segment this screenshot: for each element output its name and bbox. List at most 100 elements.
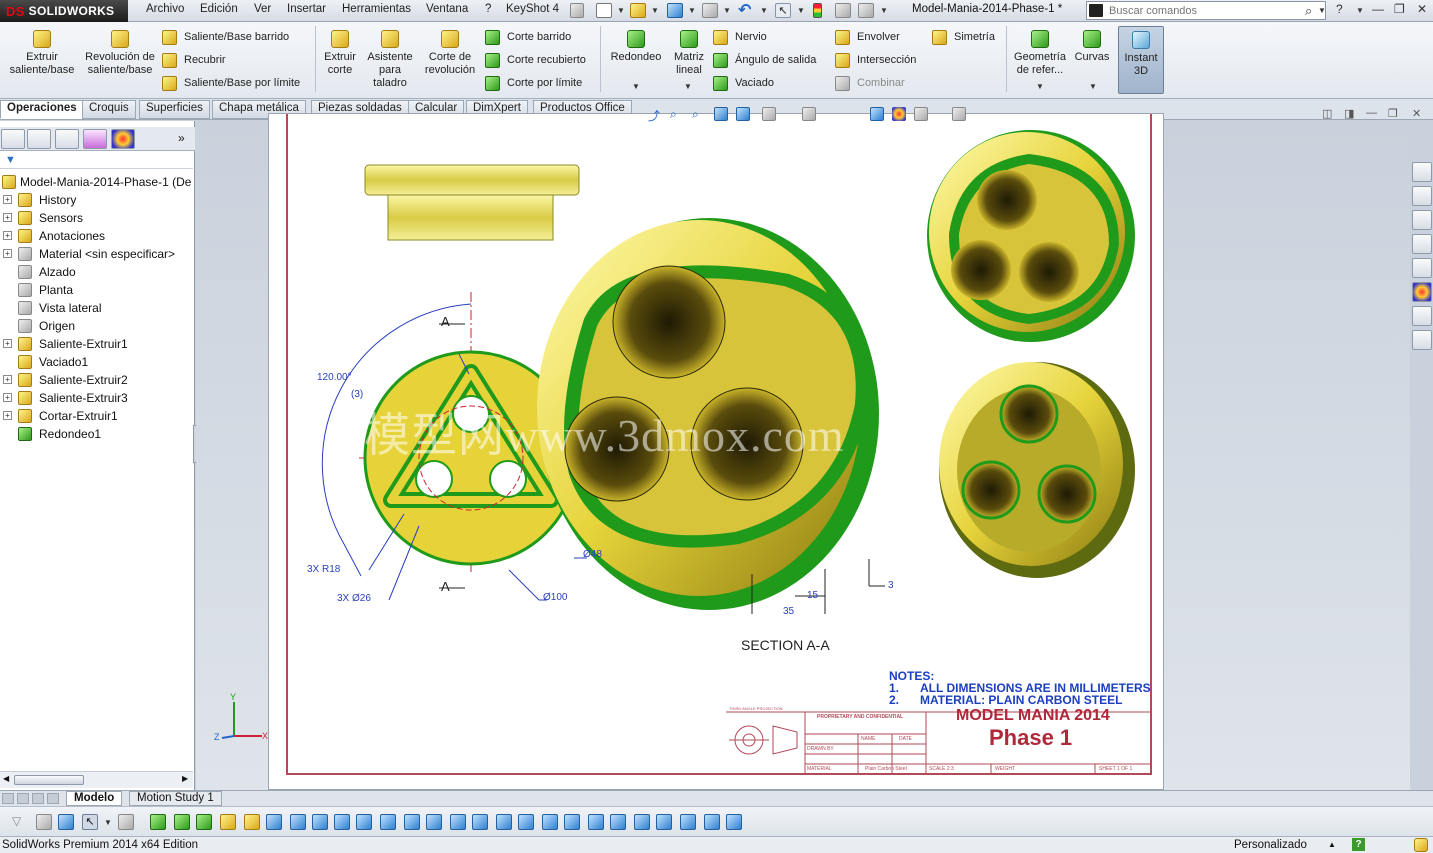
tree-item[interactable]: Origen — [0, 317, 195, 335]
hud-scene-icon[interactable] — [892, 107, 906, 121]
wrap-button[interactable]: Envolver — [835, 28, 900, 46]
filter-gtol-icon[interactable] — [404, 814, 420, 830]
tree-item[interactable]: + Saliente-Extruir3 — [0, 389, 195, 407]
revolved-cut-button[interactable]: Corte de revolución — [420, 30, 480, 77]
filter-datum-targets-icon[interactable] — [518, 814, 534, 830]
filter-solid-bodies-icon[interactable] — [244, 814, 260, 830]
viewport-minimize-icon[interactable]: — — [1366, 107, 1377, 119]
filter-weld-symbols-icon[interactable] — [472, 814, 488, 830]
hud-monitor-icon[interactable] — [952, 107, 966, 121]
tab-operaciones[interactable]: Operaciones — [0, 100, 84, 119]
pattern-dropdown-icon[interactable]: ▼ — [684, 82, 692, 91]
panel-expand-icon[interactable]: » — [178, 131, 185, 145]
hud-section-view-icon[interactable] — [714, 107, 728, 121]
filter-midpoints-icon[interactable] — [704, 814, 720, 830]
curves-button[interactable]: Curvas — [1072, 30, 1112, 64]
new-dropdown-icon[interactable]: ▼ — [617, 6, 625, 15]
tree-item[interactable]: Alzado — [0, 263, 195, 281]
status-units[interactable]: Personalizado — [1234, 839, 1307, 851]
expand-icon[interactable]: + — [3, 195, 12, 204]
viewport-restore-icon[interactable]: ❐ — [1388, 107, 1398, 120]
options-icon[interactable] — [858, 3, 874, 18]
undo-dropdown-icon[interactable]: ▼ — [760, 6, 768, 15]
menu-ver[interactable]: Ver — [254, 3, 271, 15]
undo-icon[interactable]: ↶ — [738, 0, 754, 19]
select-cursor-icon[interactable]: ↖ — [775, 3, 791, 18]
tree-item[interactable]: + History — [0, 191, 195, 209]
loft-boss-button[interactable]: Recubrir — [162, 51, 226, 69]
filter-vertices-icon[interactable] — [150, 814, 166, 830]
save-icon[interactable] — [667, 3, 683, 18]
hud-view-orientation-icon[interactable] — [736, 107, 750, 121]
search-input[interactable] — [1109, 3, 1297, 18]
filter-mates-icon[interactable] — [726, 814, 742, 830]
hud-zoom-fit-icon[interactable]: ⌕ — [670, 107, 684, 121]
draft-button[interactable]: Ángulo de salida — [713, 51, 816, 69]
scroll-left-icon[interactable]: ◀ — [3, 774, 9, 783]
units-dropdown-icon[interactable]: ▲ — [1328, 840, 1336, 849]
lofted-cut-button[interactable]: Corte recubierto — [485, 51, 586, 69]
tree-filter[interactable]: ▼ — [0, 153, 193, 169]
hud-display-style-icon[interactable] — [762, 107, 776, 121]
pin-icon[interactable] — [570, 3, 584, 18]
toggle-filter-icon[interactable] — [58, 814, 74, 830]
filter-cosmetic-threads-icon[interactable] — [542, 814, 558, 830]
tree-item[interactable]: Redondeo1 — [0, 425, 195, 443]
boundary-cut-button[interactable]: Corte por límite — [485, 74, 582, 92]
box-select-icon[interactable] — [118, 814, 134, 830]
filter-datums-icon[interactable] — [426, 814, 442, 830]
tree-item[interactable]: Vaciado1 — [0, 353, 195, 371]
menu-insertar[interactable]: Insertar — [287, 3, 326, 15]
tree-item[interactable]: + Material <sin especificar> — [0, 245, 195, 263]
hud-edit-appearance-icon[interactable] — [870, 107, 884, 121]
filter-points-icon[interactable] — [334, 814, 350, 830]
viewport-link-icon[interactable]: ◨ — [1344, 107, 1354, 120]
filter-surfaces-icon[interactable] — [266, 814, 282, 830]
expand-icon[interactable]: + — [3, 339, 12, 348]
viewport-split-icon[interactable]: ◫ — [1322, 107, 1332, 120]
tree-item[interactable]: + Saliente-Extruir1 — [0, 335, 195, 353]
print-dropdown-icon[interactable]: ▼ — [723, 6, 731, 15]
filter-blocks-icon[interactable] — [564, 814, 580, 830]
tree-item[interactable]: + Saliente-Extruir2 — [0, 371, 195, 389]
task-pane-explorer-icon[interactable] — [1412, 234, 1432, 254]
search-dropdown-icon[interactable]: ▼ — [1318, 6, 1326, 15]
instant3d-button[interactable]: Instant 3D — [1118, 26, 1164, 94]
scroll-thumb[interactable] — [14, 775, 84, 785]
rib-button[interactable]: Nervio — [713, 28, 767, 46]
menu-edicion[interactable]: Edición — [200, 3, 238, 15]
filter-center-marks-icon[interactable] — [588, 814, 604, 830]
options-dropdown-icon[interactable]: ▼ — [880, 6, 888, 15]
tree-item[interactable]: + Cortar-Extruir1 — [0, 407, 195, 425]
menu-ventana[interactable]: Ventana — [426, 3, 468, 15]
tab-prev-icon[interactable] — [17, 793, 29, 804]
expand-icon[interactable]: + — [3, 231, 12, 240]
viewport-close-icon[interactable]: ✕ — [1412, 107, 1421, 120]
task-pane-custom-properties-icon[interactable] — [1412, 306, 1432, 326]
scroll-right-icon[interactable]: ▶ — [182, 774, 188, 783]
tab-motion-study[interactable]: Motion Study 1 — [129, 791, 222, 806]
hud-hide-show-icon[interactable] — [802, 107, 816, 121]
filter-features-icon[interactable] — [220, 814, 236, 830]
tree-item[interactable]: + Sensors — [0, 209, 195, 227]
select-pointer-dropdown-icon[interactable]: ▼ — [104, 818, 112, 827]
shell-button[interactable]: Vaciado — [713, 74, 774, 92]
select-pointer-icon[interactable]: ↖ — [82, 814, 98, 830]
solidworks-logo[interactable]: DS SOLIDWORKS — [0, 0, 128, 22]
combine-button[interactable]: Combinar — [835, 74, 905, 92]
swept-boss-button[interactable]: Saliente/Base barrido — [162, 28, 289, 46]
file-properties-icon[interactable] — [835, 3, 851, 18]
search-icon[interactable]: ⌕ — [1305, 3, 1312, 19]
featuremanager-tab-icon[interactable] — [1, 129, 25, 149]
restore-icon[interactable]: ❐ — [1394, 2, 1405, 16]
filter-centerlines-icon[interactable] — [610, 814, 626, 830]
hud-view-settings-icon[interactable] — [914, 107, 928, 121]
graphics-area[interactable]: 120.00° (3) 3X R18 3X Ø26 Ø100 Ø48 A A 1… — [196, 107, 1421, 790]
filter-notes-icon[interactable] — [380, 814, 396, 830]
expand-icon[interactable]: + — [3, 249, 12, 258]
filter-dowel-pins-icon[interactable] — [634, 814, 650, 830]
mirror-button[interactable]: Simetría — [932, 28, 995, 46]
rebuild-traffic-light-icon[interactable] — [813, 3, 822, 18]
propertymanager-tab-icon[interactable] — [27, 129, 51, 149]
filter-planes-icon[interactable] — [312, 814, 328, 830]
